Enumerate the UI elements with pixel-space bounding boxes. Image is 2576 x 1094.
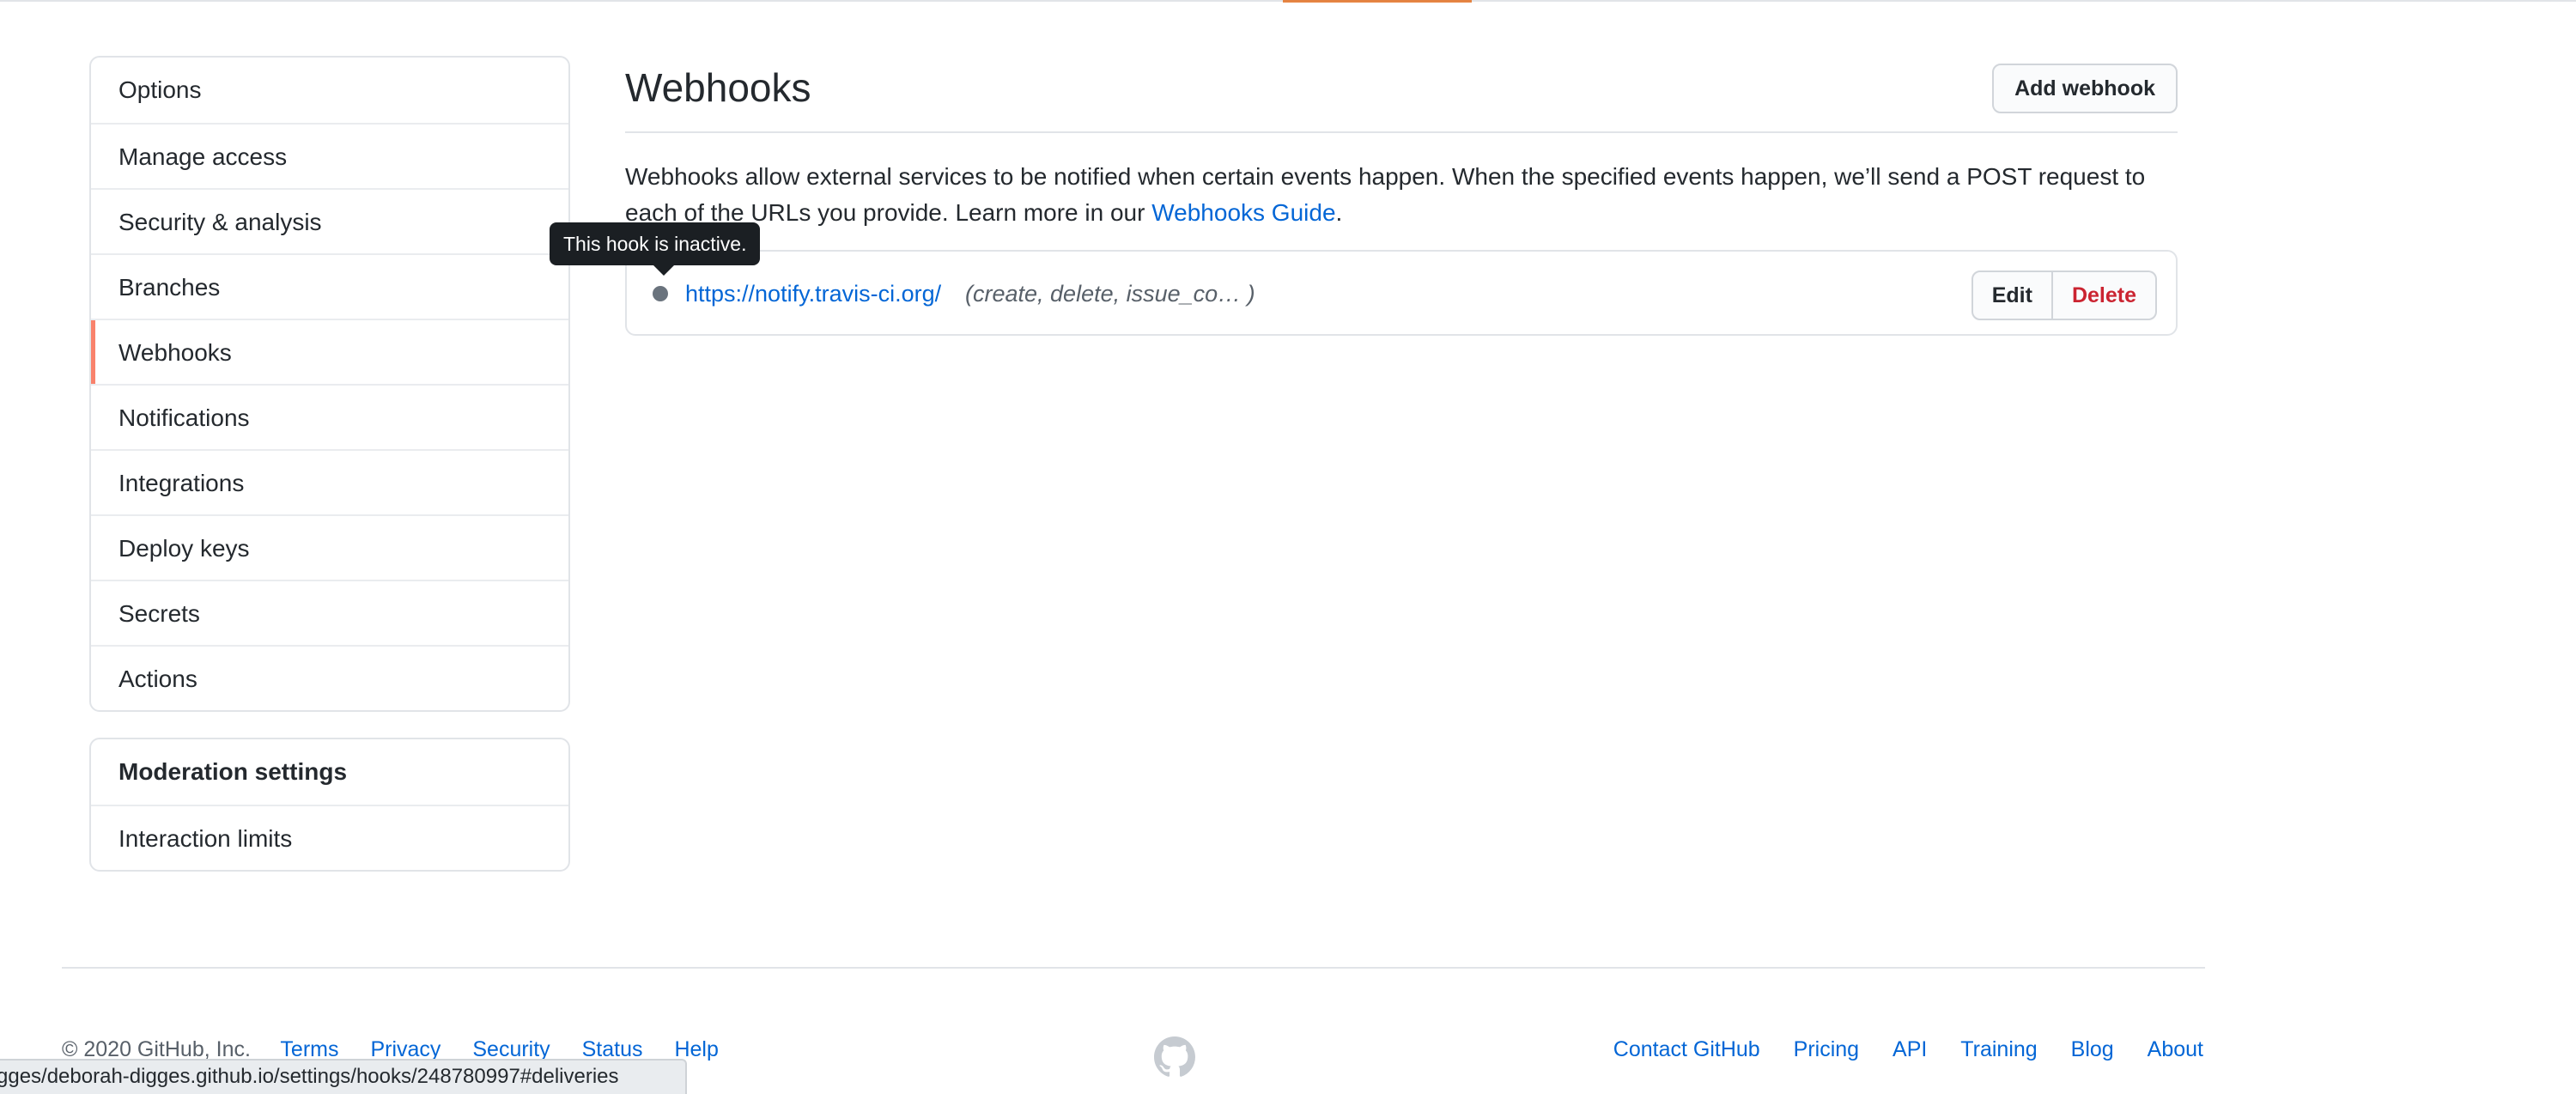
browser-status-bar: gges/deborah-digges.github.io/settings/h… [0, 1059, 687, 1094]
footer-link-api[interactable]: API [1893, 1037, 1927, 1061]
sidebar-item-security-analysis[interactable]: Security & analysis [91, 188, 568, 253]
footer-link-pricing[interactable]: Pricing [1794, 1037, 1859, 1061]
sidebar-item-interaction-limits[interactable]: Interaction limits [91, 805, 568, 870]
page: Options Manage access Security & analysi… [0, 0, 2576, 1094]
footer-link-training[interactable]: Training [1960, 1037, 2037, 1061]
footer-link-blog[interactable]: Blog [2071, 1037, 2114, 1061]
footer-link-about[interactable]: About [2148, 1037, 2203, 1061]
footer-link-contact[interactable]: Contact GitHub [1613, 1037, 1760, 1061]
footer-link-privacy[interactable]: Privacy [370, 1037, 440, 1061]
sidebar-item-options[interactable]: Options [91, 58, 568, 123]
footer-link-help[interactable]: Help [674, 1037, 718, 1061]
delete-button[interactable]: Delete [2052, 270, 2157, 320]
footer-link-terms[interactable]: Terms [280, 1037, 338, 1061]
footer-link-status[interactable]: Status [582, 1037, 643, 1061]
dot-icon[interactable] [653, 286, 668, 301]
add-webhook-button[interactable]: Add webhook [1992, 64, 2178, 113]
sidebar-item-webhooks[interactable]: Webhooks [91, 319, 568, 384]
webhook-url-link[interactable]: https://notify.travis-ci.org/ [685, 277, 941, 310]
webhook-item: https://notify.travis-ci.org/ (create, d… [625, 250, 2178, 336]
webhook-events: (create, delete, issue_co… ) [965, 281, 1255, 307]
sidebar-item-notifications[interactable]: Notifications [91, 384, 568, 449]
footer-link-security[interactable]: Security [472, 1037, 550, 1061]
sidebar-item-manage-access[interactable]: Manage access [91, 123, 568, 188]
sidebar-item-integrations[interactable]: Integrations [91, 449, 568, 514]
webhooks-guide-link[interactable]: Webhooks Guide [1151, 199, 1335, 226]
inactive-tooltip: This hook is inactive. [550, 222, 761, 276]
settings-sidebar: Options Manage access Security & analysi… [89, 56, 570, 712]
edit-button[interactable]: Edit [1971, 270, 2053, 320]
sidebar-item-actions[interactable]: Actions [91, 645, 568, 710]
page-title: Webhooks [625, 65, 811, 110]
footer-right: Contact GitHub Pricing API Training Blog… [1586, 1037, 2203, 1062]
intro-end: . [1335, 199, 1343, 226]
moderation-sidebar: Moderation settings Interaction limits [89, 738, 570, 872]
copyright: © 2020 GitHub, Inc. [62, 1037, 251, 1061]
webhook-actions: Edit Delete [1971, 270, 2157, 320]
subhead: Webhooks Add webhook [625, 56, 2178, 133]
status-bar-url: gges/deborah-digges.github.io/settings/h… [0, 1065, 619, 1088]
intro-text: Webhooks allow external services to be n… [625, 163, 2146, 226]
webhooks-description: Webhooks allow external services to be n… [625, 159, 2178, 231]
sidebar-item-branches[interactable]: Branches [91, 253, 568, 319]
moderation-heading: Moderation settings [118, 758, 348, 785]
active-tab-indicator [1283, 0, 1472, 3]
github-logo-icon[interactable] [1154, 1036, 1195, 1078]
footer-divider [62, 967, 2205, 969]
webhooks-main: Webhooks Add webhook Webhooks allow exte… [625, 56, 2178, 336]
sidebar-item-secrets[interactable]: Secrets [91, 580, 568, 645]
sidebar-item-deploy-keys[interactable]: Deploy keys [91, 514, 568, 580]
